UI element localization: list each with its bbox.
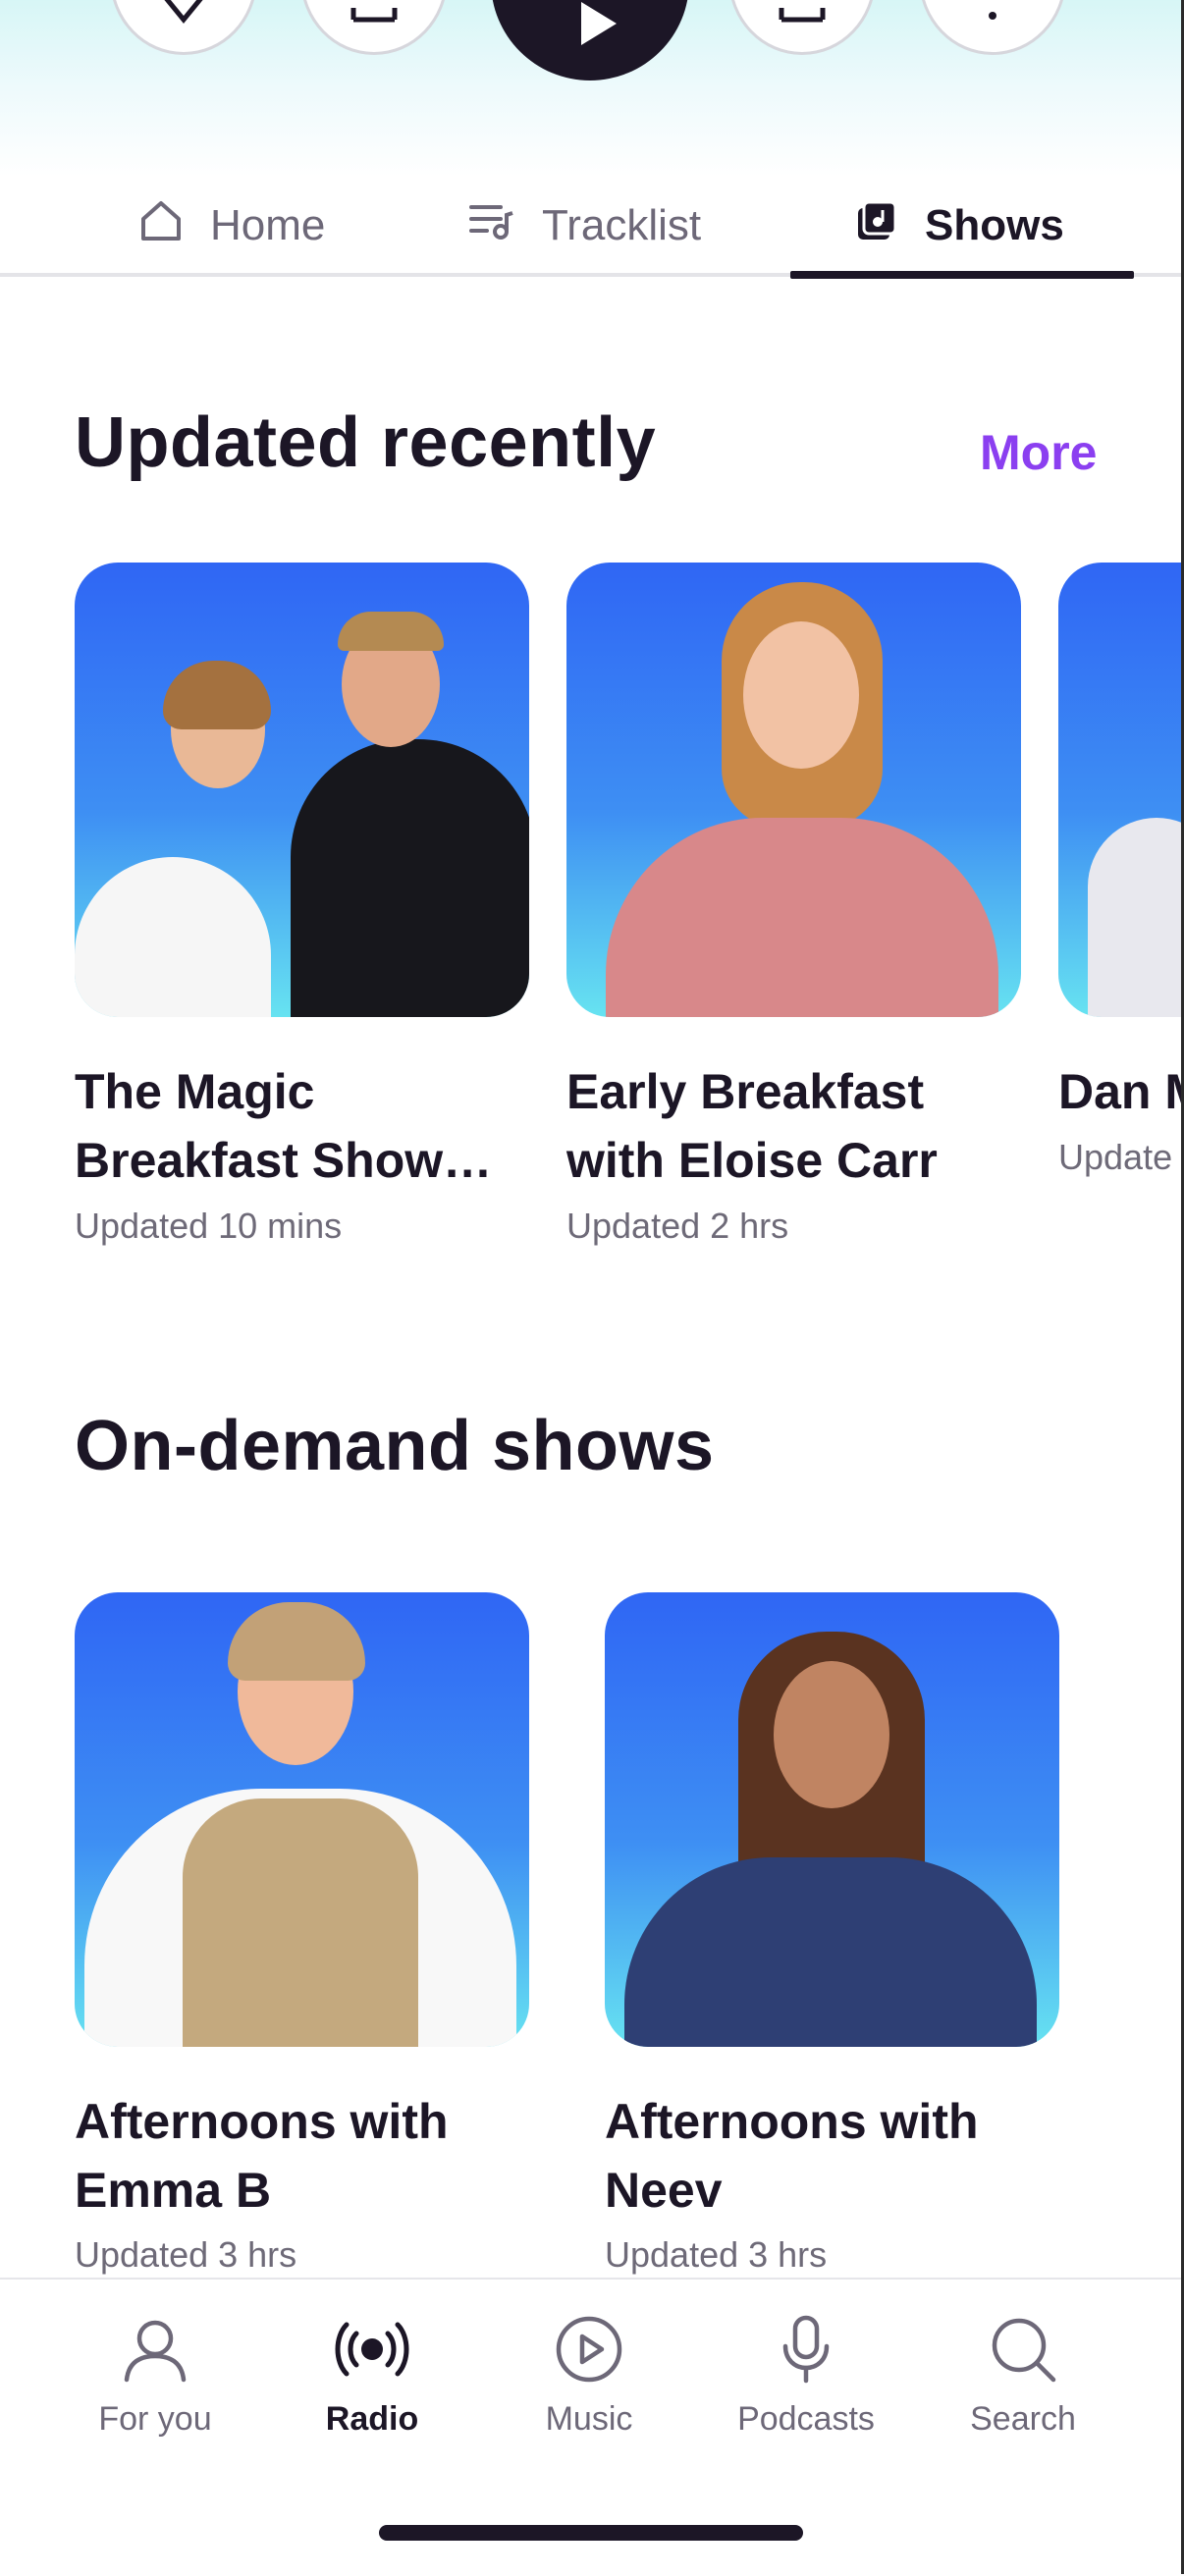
more-dots-icon xyxy=(988,0,997,30)
nav-search[interactable]: Search xyxy=(925,2315,1121,2439)
show-card-subtitle: Updated 3 hrs xyxy=(75,2234,297,2275)
show-card-image[interactable] xyxy=(75,563,529,1017)
nav-radio-label: Radio xyxy=(325,2400,419,2438)
tab-tracklist-label: Tracklist xyxy=(542,201,702,249)
presenter-photo xyxy=(1088,818,1184,1017)
home-icon xyxy=(139,199,183,253)
show-card-image[interactable] xyxy=(1058,563,1184,1017)
nav-music[interactable]: Music xyxy=(491,2315,687,2439)
tracklist-icon xyxy=(469,201,514,251)
heart-icon xyxy=(162,0,205,30)
nav-podcasts[interactable]: Podcasts xyxy=(708,2315,904,2439)
show-card-title[interactable]: Dan M xyxy=(1058,1057,1184,1126)
play-circle-icon xyxy=(555,2316,623,2388)
fast-forward-icon xyxy=(778,0,827,30)
tab-home-label: Home xyxy=(210,201,326,249)
nav-for-you-label: For you xyxy=(98,2400,212,2438)
show-card-title[interactable]: Afternoons with Emma B xyxy=(75,2087,536,2225)
section-title-updated-recently: Updated recently xyxy=(75,403,657,482)
nav-podcasts-label: Podcasts xyxy=(737,2400,875,2438)
shows-icon xyxy=(856,200,897,252)
show-card-title[interactable]: The Magic Breakfast Show… xyxy=(75,1057,536,1195)
presenter-photo xyxy=(75,563,529,1017)
show-card-subtitle: Updated 2 hrs xyxy=(566,1206,789,1246)
home-indicator[interactable] xyxy=(379,2525,803,2541)
more-link[interactable]: More xyxy=(980,424,1097,481)
search-icon xyxy=(989,2318,1057,2388)
active-tab-indicator xyxy=(790,271,1134,279)
presenter-photo xyxy=(75,1592,529,2047)
nav-search-label: Search xyxy=(970,2400,1076,2438)
tab-shows[interactable]: Shows xyxy=(856,175,1064,277)
play-icon xyxy=(581,2,617,45)
rewind-icon xyxy=(350,0,399,30)
show-card-title[interactable]: Afternoons with Neev xyxy=(605,2087,1066,2225)
presenter-photo xyxy=(566,563,1021,1017)
show-card-subtitle: Update xyxy=(1058,1137,1173,1177)
person-icon xyxy=(121,2320,189,2388)
section-title-on-demand-shows: On-demand shows xyxy=(75,1407,715,1485)
player-tabs: Home Tracklist Shows xyxy=(0,175,1184,279)
nav-music-label: Music xyxy=(545,2400,633,2438)
tab-tracklist[interactable]: Tracklist xyxy=(469,175,701,277)
tab-home[interactable]: Home xyxy=(139,175,325,277)
show-card-image[interactable] xyxy=(566,563,1021,1017)
nav-for-you[interactable]: For you xyxy=(57,2315,253,2439)
show-card-image[interactable] xyxy=(605,1592,1059,2047)
tab-shows-label: Shows xyxy=(925,201,1064,249)
radio-broadcast-icon xyxy=(333,2322,411,2388)
show-card-subtitle: Updated 3 hrs xyxy=(605,2234,828,2275)
microphone-icon xyxy=(772,2315,840,2388)
show-card-subtitle: Updated 10 mins xyxy=(75,1206,343,1246)
show-card-image[interactable] xyxy=(75,1592,529,2047)
show-card-title[interactable]: Early Breakfast with Eloise Carr xyxy=(566,1057,1028,1195)
nav-radio[interactable]: Radio xyxy=(274,2315,470,2439)
presenter-photo xyxy=(605,1592,1059,2047)
